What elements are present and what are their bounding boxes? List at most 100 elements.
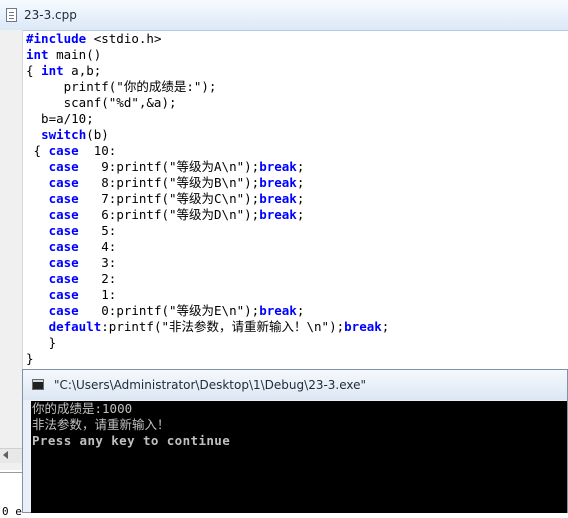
code-line: case 7:printf("等级为C\n");break; bbox=[26, 191, 566, 207]
code-token: 1: bbox=[78, 287, 117, 302]
code-token: { bbox=[26, 143, 49, 158]
code-keyword: default bbox=[48, 319, 102, 334]
code-line: #include <stdio.h> bbox=[26, 31, 566, 47]
code-line: int main() bbox=[26, 47, 566, 63]
code-keyword: case bbox=[48, 239, 79, 254]
editor-tab-title: 23-3.cpp bbox=[24, 8, 77, 22]
code-token: } bbox=[26, 335, 57, 350]
code-keyword: break bbox=[259, 303, 297, 318]
code-keyword: case bbox=[48, 303, 79, 318]
code-token: printf("你的成绩是:"); bbox=[26, 79, 217, 94]
code-line: case 5: bbox=[26, 223, 566, 239]
code-line: case 0:printf("等级为E\n");break; bbox=[26, 303, 566, 319]
code-token: :printf("非法参数，请重新输入！\n"); bbox=[101, 319, 345, 334]
code-token: a,b; bbox=[63, 63, 102, 78]
code-line: case 1: bbox=[26, 287, 566, 303]
code-token: 0:printf("等级为E\n"); bbox=[78, 303, 260, 318]
console-window[interactable]: "C:\Users\Administrator\Desktop\1\Debug\… bbox=[22, 369, 568, 513]
console-line: Press any key to continue bbox=[32, 433, 231, 448]
code-keyword: int bbox=[41, 63, 64, 78]
code-token: } bbox=[26, 351, 34, 366]
console-line: 你的成绩是:1000 bbox=[32, 401, 133, 416]
output-pane: 0 e bbox=[0, 472, 22, 518]
console-title: "C:\Users\Administrator\Desktop\1\Debug\… bbox=[54, 378, 367, 392]
code-keyword: case bbox=[48, 175, 79, 190]
code-token: (b) bbox=[86, 127, 109, 142]
code-line: case 6:printf("等级为D\n");break; bbox=[26, 207, 566, 223]
code-token: 10: bbox=[78, 143, 117, 158]
code-keyword: break bbox=[259, 175, 297, 190]
code-line: printf("你的成绩是:"); bbox=[26, 79, 566, 95]
code-line: scanf("%d",&a); bbox=[26, 95, 566, 111]
code-token: 8:printf("等级为B\n"); bbox=[78, 175, 260, 190]
code-keyword: case bbox=[48, 191, 79, 206]
code-keyword: case bbox=[48, 207, 79, 222]
code-line: { int a,b; bbox=[26, 63, 566, 79]
code-line: case 9:printf("等级为A\n");break; bbox=[26, 159, 566, 175]
code-keyword: switch bbox=[41, 127, 87, 142]
code-token: b=a/10; bbox=[26, 111, 94, 126]
code-keyword: case bbox=[48, 255, 79, 270]
code-token: ; bbox=[296, 207, 305, 222]
code-keyword: int bbox=[26, 47, 49, 62]
code-editor[interactable]: #include <stdio.h> int main(){ int a,b; p… bbox=[26, 31, 566, 371]
code-line: { case 10: bbox=[26, 143, 566, 159]
code-token: 3: bbox=[78, 255, 117, 270]
code-line: } bbox=[26, 335, 566, 351]
console-output[interactable]: 你的成绩是:1000 非法参数，请重新输入！ Press any key to … bbox=[31, 401, 567, 513]
code-token: 6:printf("等级为D\n"); bbox=[78, 207, 260, 222]
code-keyword: case bbox=[48, 287, 79, 302]
console-line: 非法参数，请重新输入！ bbox=[32, 417, 170, 432]
editor-tab[interactable]: 23-3.cpp bbox=[0, 0, 568, 31]
code-keyword: break bbox=[259, 207, 297, 222]
code-token: 5: bbox=[78, 223, 117, 238]
console-window-icon bbox=[32, 379, 44, 390]
code-keyword: break bbox=[344, 319, 382, 334]
code-keyword: break bbox=[259, 191, 297, 206]
code-keyword: case bbox=[48, 143, 79, 158]
code-line: case 4: bbox=[26, 239, 566, 255]
editor-gutter bbox=[0, 30, 23, 470]
code-keyword: case bbox=[48, 271, 79, 286]
code-keyword: #include bbox=[26, 31, 94, 46]
code-line: case 3: bbox=[26, 255, 566, 271]
document-icon bbox=[6, 8, 17, 22]
console-titlebar[interactable]: "C:\Users\Administrator\Desktop\1\Debug\… bbox=[23, 370, 567, 400]
code-line: default:printf("非法参数，请重新输入！\n");break; bbox=[26, 319, 566, 335]
output-pane-text: 0 e bbox=[2, 505, 22, 518]
horizontal-scrollbar[interactable] bbox=[0, 448, 22, 463]
code-token: <stdio.h> bbox=[93, 31, 162, 46]
code-token: ; bbox=[381, 319, 390, 334]
code-token: ; bbox=[296, 191, 305, 206]
code-token: { bbox=[26, 63, 42, 78]
code-line: } bbox=[26, 351, 566, 367]
code-keyword: case bbox=[48, 223, 79, 238]
code-token: main() bbox=[48, 47, 102, 62]
code-token: 4: bbox=[78, 239, 117, 254]
code-keyword: break bbox=[259, 159, 297, 174]
code-line: b=a/10; bbox=[26, 111, 566, 127]
code-keyword: case bbox=[48, 159, 79, 174]
code-token: ; bbox=[296, 303, 305, 318]
code-line: case 8:printf("等级为B\n");break; bbox=[26, 175, 566, 191]
code-token: ; bbox=[296, 159, 305, 174]
code-line: case 2: bbox=[26, 271, 566, 287]
scroll-left-arrow-icon[interactable] bbox=[3, 451, 8, 459]
code-token: 9:printf("等级为A\n"); bbox=[78, 159, 260, 174]
code-token: 7:printf("等级为C\n"); bbox=[78, 191, 260, 206]
code-line: switch(b) bbox=[26, 127, 566, 143]
code-token: ; bbox=[296, 175, 305, 190]
code-token: 2: bbox=[78, 271, 117, 286]
